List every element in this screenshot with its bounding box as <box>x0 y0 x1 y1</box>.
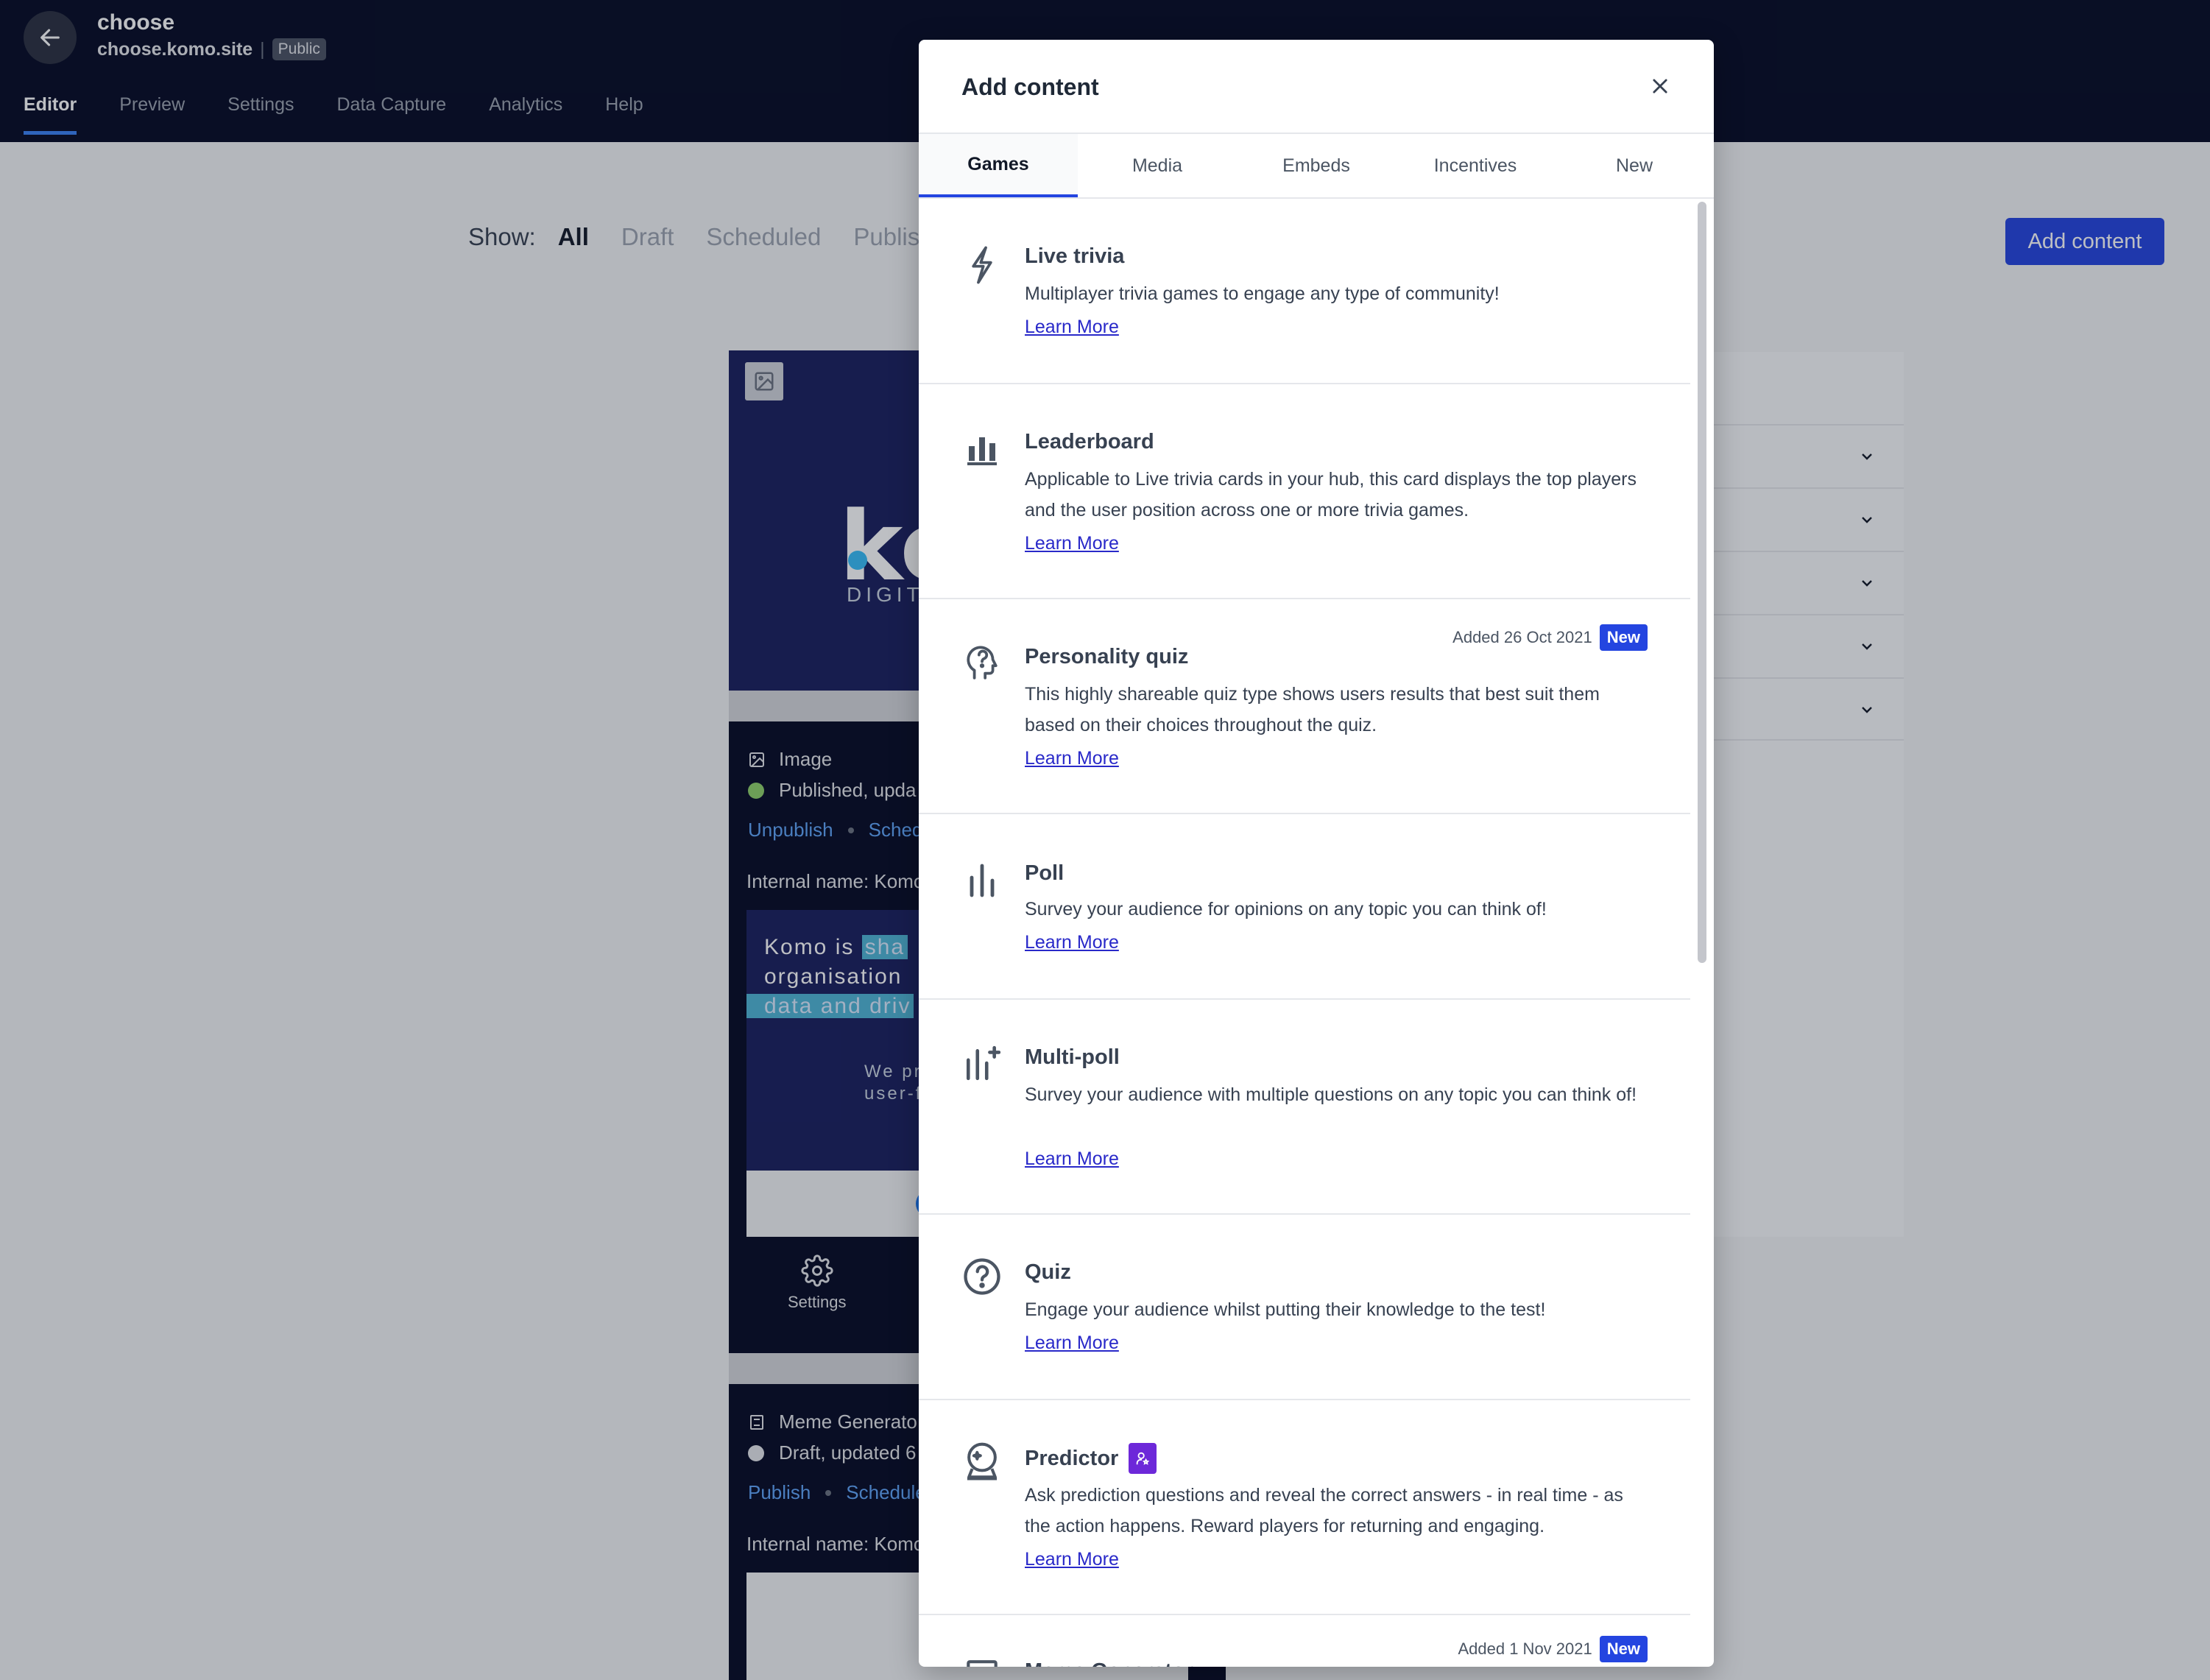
item-title: Predictor <box>1025 1443 1157 1474</box>
learn-more-link[interactable]: Learn More <box>1025 317 1119 338</box>
tab-games[interactable]: Games <box>919 134 1078 197</box>
content-item-leaderboard[interactable]: Leaderboard Applicable to Live trivia ca… <box>919 384 1690 599</box>
item-description: Ask prediction questions and reveal the … <box>1025 1485 1623 1536</box>
modal-title: Add content <box>961 74 1099 100</box>
new-badge: New <box>1599 624 1648 651</box>
item-description: Survey your audience for opinions on any… <box>1025 899 1547 920</box>
learn-more-link[interactable]: Learn More <box>1025 1549 1119 1570</box>
head-question-icon <box>961 640 1003 682</box>
item-title: Meme Generator <box>1025 1659 1193 1667</box>
tab-embeds[interactable]: Embeds <box>1237 134 1396 197</box>
close-icon <box>1653 79 1667 93</box>
close-button[interactable] <box>1642 68 1678 105</box>
added-date: Added 26 Oct 2021 New <box>1452 624 1648 651</box>
item-description: Engage your audience whilst putting thei… <box>1025 1299 1546 1320</box>
item-description: Multiplayer trivia games to engage any t… <box>1025 283 1500 304</box>
add-content-modal: Add content Games Media Embeds Incentive… <box>919 40 1714 1667</box>
learn-more-link[interactable]: Learn More <box>1025 1333 1119 1354</box>
item-description: Applicable to Live trivia cards in your … <box>1025 469 1637 520</box>
content-item-live-trivia[interactable]: Live trivia Multiplayer trivia games to … <box>919 199 1690 384</box>
meme-icon <box>961 1658 1003 1667</box>
item-title: Quiz <box>1025 1260 1071 1284</box>
content-type-list: Live trivia Multiplayer trivia games to … <box>919 199 1690 1667</box>
modal-scrollbar[interactable] <box>1692 202 1711 1667</box>
learn-more-link[interactable]: Learn More <box>1025 932 1119 953</box>
scrollbar-thumb[interactable] <box>1698 202 1706 963</box>
lightning-icon <box>961 244 1003 286</box>
content-item-personality-quiz[interactable]: Added 26 Oct 2021 New Personality quiz T… <box>919 599 1690 814</box>
tab-media[interactable]: Media <box>1078 134 1237 197</box>
added-date-text: Added 26 Oct 2021 <box>1452 628 1592 646</box>
question-circle-icon <box>961 1256 1003 1297</box>
poll-icon <box>961 860 1003 901</box>
crystal-ball-icon <box>961 1440 1003 1481</box>
learn-more-link[interactable]: Learn More <box>1025 748 1119 769</box>
item-title: Leaderboard <box>1025 430 1154 453</box>
item-title: Live trivia <box>1025 244 1125 268</box>
content-item-poll[interactable]: Poll Survey your audience for opinions o… <box>919 814 1690 1000</box>
item-description: This highly shareable quiz type shows us… <box>1025 684 1600 735</box>
learn-more-link[interactable]: Learn More <box>1025 533 1119 554</box>
tab-incentives[interactable]: Incentives <box>1396 134 1555 197</box>
item-title: Personality quiz <box>1025 645 1189 668</box>
modal-tabs: Games Media Embeds Incentives New <box>919 134 1714 199</box>
modal-header: Add content <box>919 40 1714 134</box>
tab-new[interactable]: New <box>1555 134 1714 197</box>
learn-more-link[interactable]: Learn More <box>1025 1148 1119 1170</box>
item-title: Multi-poll <box>1025 1045 1120 1069</box>
content-item-multi-poll[interactable]: Multi-poll Survey your audience with mul… <box>919 1000 1690 1215</box>
content-item-quiz[interactable]: Quiz Engage your audience whilst putting… <box>919 1215 1690 1400</box>
item-description: Survey your audience with multiple quest… <box>1025 1084 1637 1105</box>
content-item-predictor[interactable]: Predictor Ask prediction questions and r… <box>919 1400 1690 1615</box>
premium-icon <box>1137 1452 1150 1465</box>
multi-poll-icon <box>961 1042 1003 1084</box>
premium-badge <box>1129 1443 1157 1474</box>
bar-chart-icon <box>961 428 1003 470</box>
added-date-text: Added 1 Nov 2021 <box>1458 1640 1592 1658</box>
new-badge: New <box>1599 1636 1648 1662</box>
added-date: Added 1 Nov 2021 New <box>1458 1636 1648 1662</box>
item-title: Poll <box>1025 861 1065 885</box>
item-title-text: Predictor <box>1025 1446 1119 1470</box>
content-item-meme-generator[interactable]: Added 1 Nov 2021 New Meme Generator <box>919 1615 1690 1667</box>
